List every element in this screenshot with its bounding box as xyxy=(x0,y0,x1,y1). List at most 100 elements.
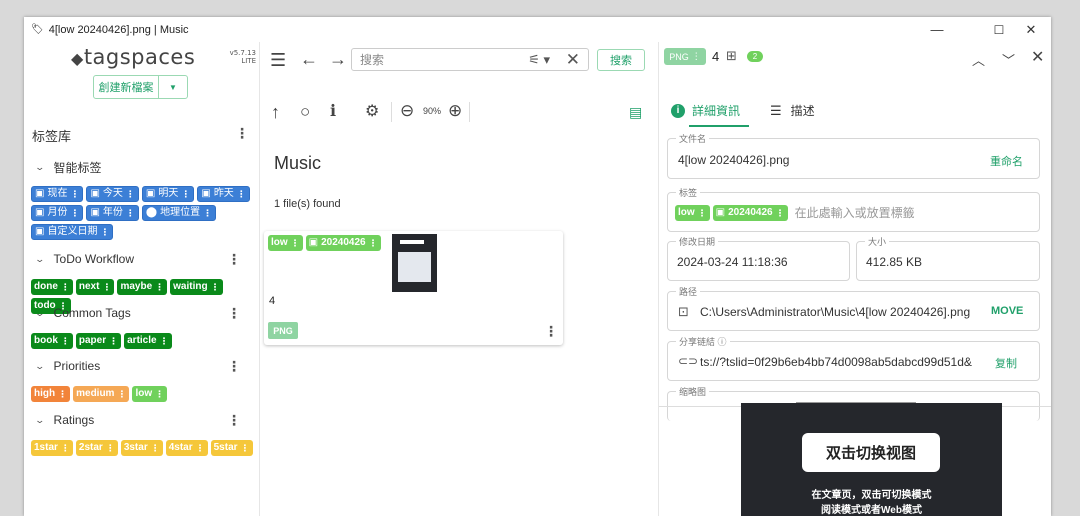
back-icon[interactable]: ← xyxy=(300,50,318,68)
tag-5star[interactable]: 5star ⋮ xyxy=(210,440,253,456)
file-thumbnail[interactable] xyxy=(392,234,437,292)
tag-article[interactable]: article ⋮ xyxy=(124,333,172,349)
tab-description-label: 描述 xyxy=(790,104,815,118)
tag-today[interactable]: ▣ 今天 ⋮ xyxy=(86,186,139,202)
chevron-down-icon[interactable]: ⌄ xyxy=(34,254,45,265)
chevron-down-icon[interactable]: ⌄ xyxy=(34,361,45,372)
file-preview[interactable]: 双击切换视图 在文章页，双击可切换模式 阅读模式或者Web模式 xyxy=(741,403,1002,516)
library-menu-icon[interactable]: ⋮ xyxy=(235,126,249,140)
search-placeholder: 搜索 xyxy=(360,53,385,67)
rename-button[interactable]: 重命名 xyxy=(990,153,1023,169)
tag-month[interactable]: ▣ 月份 ⋮ xyxy=(31,205,84,221)
tag-waiting[interactable]: waiting ⋮ xyxy=(170,279,223,295)
clear-search-icon[interactable]: ✕ xyxy=(566,50,580,70)
search-input[interactable]: 搜索 ⚟ ▾ ✕ xyxy=(351,48,589,71)
menu-icon[interactable]: ☰ xyxy=(270,51,286,69)
tag-now[interactable]: ▣ 现在 ⋮ xyxy=(31,186,84,202)
copy-button[interactable]: 复制 xyxy=(995,355,1017,371)
group-todo-workflow[interactable]: ⌄ ToDo Workflow xyxy=(34,252,134,266)
forward-icon[interactable]: → xyxy=(329,50,347,68)
parent-folder-icon[interactable]: ↑ xyxy=(271,103,280,121)
tag-next[interactable]: next ⋮ xyxy=(75,279,115,295)
tag-paper[interactable]: paper ⋮ xyxy=(75,333,122,349)
extension-badge[interactable]: PNG ⋮ xyxy=(664,48,706,65)
minimize-button[interactable]: — xyxy=(917,17,957,42)
tag-2star[interactable]: 2star ⋮ xyxy=(75,440,118,456)
info-icon[interactable]: ℹ xyxy=(330,103,336,121)
file-card[interactable]: low ⋮ ▣ 20240426 ⋮ 4 PNG ⋮ xyxy=(264,231,563,345)
help-icon[interactable]: ⓘ xyxy=(718,337,727,347)
settings-icon[interactable]: ⚙ xyxy=(365,103,379,121)
library-title: 标签库 xyxy=(32,129,72,144)
group-common-tags[interactable]: ⌄ Common Tags xyxy=(34,306,130,320)
tag-custom-date[interactable]: ▣ 自定义日期 ⋮ xyxy=(31,224,114,240)
rating-tags-list: 1star ⋮ 2star ⋮ 3star ⋮ 4star ⋮ 5star ⋮ xyxy=(31,440,256,456)
chevron-down-icon[interactable]: ⌄ xyxy=(34,162,45,173)
search-button[interactable]: 搜索 xyxy=(597,49,645,71)
close-window-button[interactable]: ✕ xyxy=(1011,17,1051,42)
file-tag-date[interactable]: ▣ 20240426 ⋮ xyxy=(712,204,788,221)
filename-field[interactable]: 文件名 4[low 20240426].png 重命名 xyxy=(667,132,1040,179)
tab-details[interactable]: i 詳細資訊 xyxy=(671,102,740,119)
select-all-icon[interactable]: ○ xyxy=(300,103,310,121)
group-title: Ratings xyxy=(53,413,95,427)
group-menu-icon[interactable]: ⋮ xyxy=(227,306,241,320)
tags-label: 标签 xyxy=(676,186,701,199)
tag-3star[interactable]: 3star ⋮ xyxy=(120,440,163,456)
window-title: 4[low 20240426].png | Music xyxy=(48,23,189,36)
path-field: 路径 ⊡ C:\Users\Administrator\Music\4[low … xyxy=(667,285,1040,331)
tag-high[interactable]: high ⋮ xyxy=(31,386,71,402)
tag-tomorrow[interactable]: ▣ 明天 ⋮ xyxy=(141,186,195,202)
zoom-level: 90% xyxy=(423,106,442,116)
tag-low[interactable]: low ⋮ xyxy=(132,386,168,402)
bookmark-icon[interactable]: ⊞ xyxy=(726,48,737,64)
group-menu-icon[interactable]: ⋮ xyxy=(227,413,241,427)
move-button[interactable]: MOVE xyxy=(991,305,1023,317)
group-ratings[interactable]: ⌄ Ratings xyxy=(34,413,95,427)
new-file-label[interactable]: 創建新檔案 xyxy=(94,76,159,98)
tag-medium[interactable]: medium ⋮ xyxy=(73,386,130,402)
tag-yesterday[interactable]: ▣ 昨天 ⋮ xyxy=(197,186,250,202)
group-priorities[interactable]: ⌄ Priorities xyxy=(34,359,100,373)
new-file-button[interactable]: 創建新檔案 ▼ xyxy=(93,75,188,99)
tag-done[interactable]: done ⋮ xyxy=(31,279,73,295)
chevron-down-icon[interactable]: ▼ xyxy=(159,76,187,98)
tag-year[interactable]: ▣ 年份 ⋮ xyxy=(86,205,139,221)
previous-file-icon[interactable]: ︿ xyxy=(972,50,985,69)
card-tag-low[interactable]: low ⋮ xyxy=(268,235,303,251)
tab-description[interactable]: ☰ 描述 xyxy=(770,102,815,119)
tag-1star[interactable]: 1star ⋮ xyxy=(31,440,73,456)
filename-value[interactable]: 4[low 20240426].png xyxy=(678,153,789,167)
tags-field[interactable]: 标签 low ⋮ ▣ 20240426 ⋮ 在此處輸入或放置標籤 xyxy=(667,186,1040,232)
chevron-down-icon[interactable]: ⌄ xyxy=(34,308,45,319)
next-file-icon[interactable]: ﹀ xyxy=(1002,50,1015,69)
file-list-panel: ☰ ← → 搜索 ⚟ ▾ ✕ 搜索 ↑ ○ ℹ ⚙ ⊖ 90% ⊕ ▤ Musi… xyxy=(261,42,657,516)
search-options-icon[interactable]: ⚟ ▾ xyxy=(528,52,550,68)
app-window: 🏷 4[low 20240426].png | Music — ☐ ✕ ◆tag… xyxy=(24,17,1051,516)
zoom-in-icon[interactable]: ⊕ xyxy=(448,102,462,120)
tag-location[interactable]: ⬤ 地理位置 ⋮ xyxy=(141,205,217,221)
tag-book[interactable]: book ⋮ xyxy=(31,333,73,349)
smart-tags-list: ▣ 现在 ⋮ ▣ 今天 ⋮ ▣ 明天 ⋮ ▣ 昨天 ⋮ ▣ 月份 ⋮ ▣ 年份 ⋮ ⬤ 地理位置 ⋮ ▣ 自定… xyxy=(31,186,256,240)
modified-field: 修改日期 2024-03-24 11:18:36 xyxy=(667,235,850,281)
close-file-icon[interactable]: ✕ xyxy=(1031,47,1044,67)
tag-maybe[interactable]: maybe ⋮ xyxy=(117,279,168,295)
group-menu-icon[interactable]: ⋮ xyxy=(227,252,241,266)
preview-line2: 阅读模式或者Web模式 xyxy=(821,505,922,516)
perspective-icon[interactable]: ▤ xyxy=(629,103,642,121)
share-link-field: 分享链結 ⓘ ⊂⊃ ts://?tslid=0f29b6eb4bb74d0098… xyxy=(667,335,1040,381)
zoom-out-icon[interactable]: ⊖ xyxy=(400,102,414,120)
card-tag-date[interactable]: ▣ 20240426 ⋮ xyxy=(305,235,381,251)
file-tag-low[interactable]: low ⋮ xyxy=(675,204,710,221)
calendar-icon: ▣ xyxy=(35,226,45,237)
file-menu-icon[interactable]: ⋮ xyxy=(544,324,558,338)
group-menu-icon[interactable]: ⋮ xyxy=(227,359,241,373)
file-properties-panel: PNG ⋮ 4 ⊞ 2 ︿ ﹀ ✕ i 詳細資訊 ☰ 描述 文件名 4[low 2… xyxy=(658,42,1051,516)
chevron-down-icon[interactable]: ⌄ xyxy=(34,415,45,426)
path-label: 路径 xyxy=(676,285,701,298)
folder-name: Music xyxy=(274,153,322,173)
file-tags: low ⋮ ▣ 20240426 ⋮ 在此處輸入或放置標籤 xyxy=(675,204,915,221)
tags-input-placeholder[interactable]: 在此處輸入或放置標籤 xyxy=(795,204,915,221)
tag-4star[interactable]: 4star ⋮ xyxy=(165,440,208,456)
group-smart-tags[interactable]: ⌄ 智能标签 xyxy=(34,159,101,176)
